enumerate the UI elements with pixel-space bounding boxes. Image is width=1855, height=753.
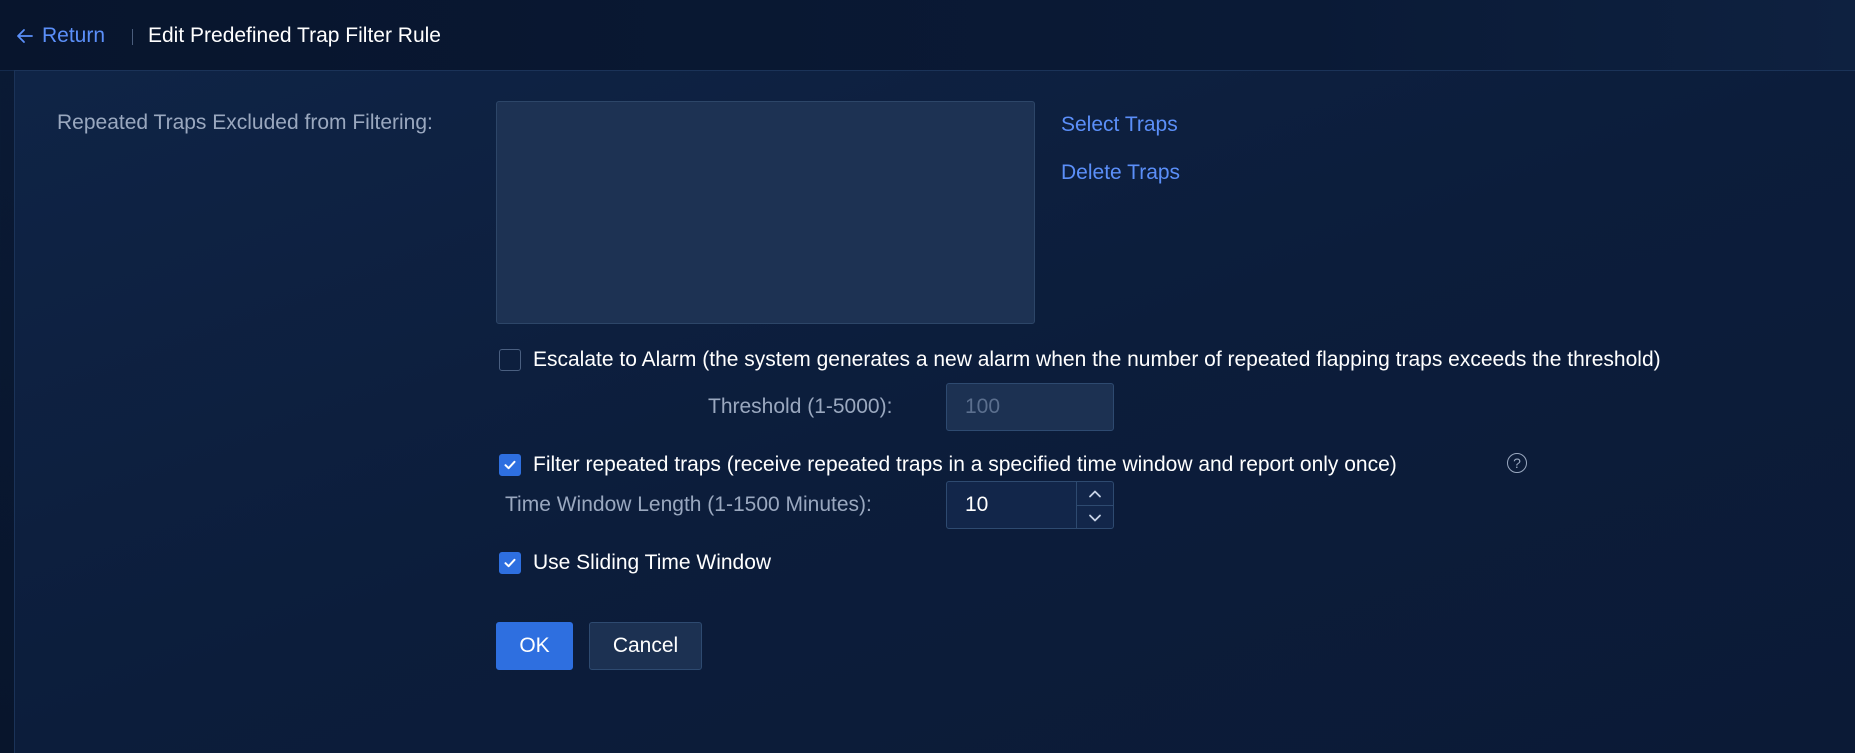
escalate-alarm-label: Escalate to Alarm (the system generates …	[533, 348, 1661, 371]
check-icon	[504, 460, 516, 470]
select-traps-link[interactable]: Select Traps	[1061, 113, 1178, 137]
decrement-button[interactable]	[1077, 506, 1113, 529]
chevron-up-icon	[1089, 490, 1101, 497]
filter-repeated-label: Filter repeated traps (receive repeated …	[533, 453, 1397, 476]
chevron-down-icon	[1089, 514, 1101, 521]
arrow-left-icon	[17, 29, 33, 43]
excluded-traps-label: Repeated Traps Excluded from Filtering:	[57, 111, 433, 134]
time-window-label: Time Window Length (1-1500 Minutes):	[505, 493, 872, 516]
page-title: Edit Predefined Trap Filter Rule	[148, 24, 441, 47]
threshold-placeholder: 100	[965, 395, 1001, 418]
help-icon[interactable]: ?	[1507, 453, 1527, 473]
return-link[interactable]: Return	[16, 22, 105, 50]
time-window-value: 10	[965, 493, 989, 516]
increment-button[interactable]	[1077, 482, 1113, 506]
escalate-alarm-checkbox[interactable]	[499, 349, 521, 371]
filter-repeated-option[interactable]: Filter repeated traps (receive repeated …	[499, 453, 1397, 477]
escalate-alarm-option[interactable]: Escalate to Alarm (the system generates …	[499, 348, 1661, 372]
stepper-controls	[1076, 482, 1113, 528]
excluded-traps-list[interactable]	[496, 101, 1035, 324]
header-divider	[132, 29, 133, 45]
sliding-window-checkbox[interactable]	[499, 552, 521, 574]
sliding-window-option[interactable]: Use Sliding Time Window	[499, 551, 771, 575]
delete-traps-link[interactable]: Delete Traps	[1061, 161, 1180, 185]
page-header: Return Edit Predefined Trap Filter Rule	[0, 0, 1855, 71]
threshold-input[interactable]: 100	[946, 383, 1114, 431]
check-icon	[504, 558, 516, 568]
filter-repeated-checkbox[interactable]	[499, 454, 521, 476]
cancel-button[interactable]: Cancel	[589, 622, 702, 670]
sliding-window-label: Use Sliding Time Window	[533, 551, 772, 574]
time-window-stepper[interactable]: 10	[946, 481, 1114, 529]
ok-button[interactable]: OK	[496, 622, 573, 670]
threshold-label: Threshold (1-5000):	[708, 395, 893, 418]
return-label: Return	[42, 24, 106, 47]
